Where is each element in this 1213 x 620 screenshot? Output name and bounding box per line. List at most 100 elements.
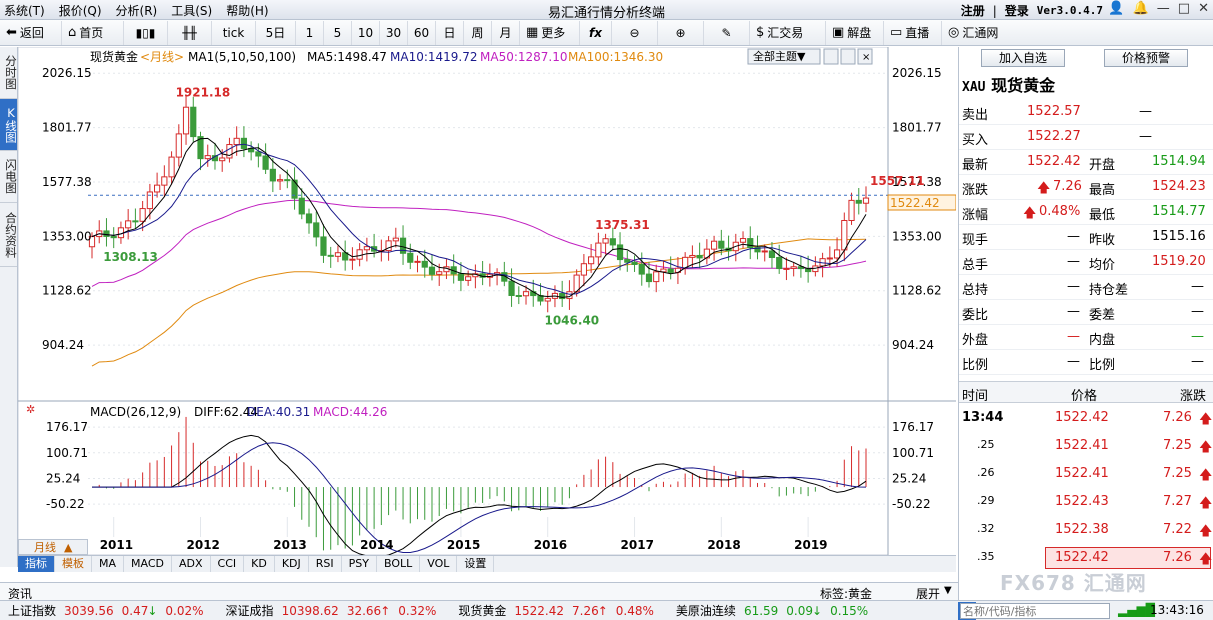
x-year-label: 2012 xyxy=(187,538,220,552)
formula-button[interactable]: fx xyxy=(580,20,612,45)
menu-tools[interactable]: 工具(S) xyxy=(171,2,212,19)
tab-kline[interactable]: K线图 xyxy=(0,99,18,151)
period-10-button[interactable]: 10 xyxy=(352,20,380,45)
tab-template[interactable]: 模板 xyxy=(55,556,92,572)
period-1-button[interactable]: 1 xyxy=(296,20,324,45)
price-annotation: 1921.18 xyxy=(176,86,231,100)
tab-indicator[interactable]: 指标 xyxy=(18,556,55,572)
panel-menu-icon[interactable] xyxy=(823,48,839,65)
back-button[interactable]: ⬅ 返回 xyxy=(0,20,62,45)
row-change: 涨跌 🡅 7.26 最高 1524.23 xyxy=(959,175,1213,200)
draw-tool-button[interactable]: ✎ xyxy=(704,20,750,45)
fx678-logo: FX678 汇通网 xyxy=(1000,571,1147,595)
svg-text:全部主题▼: 全部主题▼ xyxy=(753,49,806,63)
candle-body xyxy=(190,106,197,138)
sz-index-name[interactable]: 深证成指 xyxy=(226,602,274,619)
tab-cci[interactable]: CCI xyxy=(211,556,245,572)
tab-flash[interactable]: 闪电图 xyxy=(0,151,18,203)
x-year-label: 2015 xyxy=(447,538,480,552)
add-watchlist-button[interactable]: 加入自选 xyxy=(981,49,1065,67)
sh-index-name[interactable]: 上证指数 xyxy=(8,602,56,619)
candle-body xyxy=(161,176,168,186)
up-arrow-icon: 🡅 xyxy=(1037,181,1051,196)
maximize-icon[interactable]: □ xyxy=(1178,1,1190,16)
zoom-out-button[interactable]: ⊖ xyxy=(612,20,658,45)
tick-row: 13:44 1522.42 7.26 🡅 xyxy=(959,405,1213,433)
period-month-button[interactable]: 月 xyxy=(492,20,520,45)
oil-name[interactable]: 美原油连续 xyxy=(676,602,736,619)
tab-boll[interactable]: BOLL xyxy=(377,556,421,572)
huitong-button[interactable]: ◎ 汇通网 xyxy=(942,21,1012,45)
up-arrow-icon: 🡅 xyxy=(1199,412,1213,427)
expand-arrow-icon[interactable]: ▼ xyxy=(944,585,952,596)
macd-tick-right: 176.17 xyxy=(892,420,934,434)
search-input[interactable] xyxy=(960,603,1110,619)
candle-body xyxy=(508,280,515,296)
more-button[interactable]: ▦ 更多 xyxy=(520,20,580,45)
register-link[interactable]: 注册 xyxy=(961,2,985,19)
price-alert-button[interactable]: 价格预警 xyxy=(1104,49,1188,67)
candle-body xyxy=(696,254,703,259)
minimize-icon[interactable]: — xyxy=(1157,1,1170,16)
period-5d-button[interactable]: 5日 xyxy=(256,20,296,45)
y-tick-label-right: 2026.15 xyxy=(892,66,942,80)
tab-ma[interactable]: MA xyxy=(92,556,125,572)
tab-psy[interactable]: PSY xyxy=(342,556,377,572)
tab-kdj[interactable]: KDJ xyxy=(275,556,309,572)
menu-analysis[interactable]: 分析(R) xyxy=(116,2,158,19)
menu-help[interactable]: 帮助(H) xyxy=(226,2,268,19)
tab-macd[interactable]: MACD xyxy=(124,556,172,572)
macd-tick-right: -50.22 xyxy=(892,497,931,511)
zoom-in-button[interactable]: ⊕ xyxy=(658,20,704,45)
tab-adx[interactable]: ADX xyxy=(172,556,211,572)
panel-restore-icon[interactable] xyxy=(840,48,856,65)
tab-rsi[interactable]: RSI xyxy=(309,556,342,572)
candle-body xyxy=(776,256,783,270)
candle-body xyxy=(739,238,747,243)
candle-body xyxy=(465,276,472,281)
tick-button[interactable]: tick xyxy=(212,20,256,45)
candle-body xyxy=(414,260,421,263)
ma100-legend: MA100:1346.30 xyxy=(568,50,663,64)
up-arrow-icon: ↑ xyxy=(380,603,391,618)
user-icon[interactable]: 👤 xyxy=(1108,1,1124,16)
tab-settings[interactable]: 设置 xyxy=(457,556,495,572)
candle-body xyxy=(436,271,443,275)
candle-body xyxy=(833,249,841,259)
tab-contract[interactable]: 合约资料 xyxy=(0,203,18,267)
period-week-button[interactable]: 周 xyxy=(464,20,492,45)
tab-kd[interactable]: KD xyxy=(244,556,275,572)
period-60-button[interactable]: 60 xyxy=(408,20,436,45)
close-icon[interactable]: ✕ xyxy=(1198,1,1209,16)
period-30-button[interactable]: 30 xyxy=(380,20,408,45)
candle-body xyxy=(284,179,291,182)
period-selector[interactable]: 月线 ▲ xyxy=(18,539,88,555)
gold-name[interactable]: 现货黄金 xyxy=(458,602,506,619)
candle-body xyxy=(826,257,833,260)
menu-quote[interactable]: 报价(Q) xyxy=(59,2,102,19)
period-5-button[interactable]: 5 xyxy=(324,20,352,45)
row-hand: 现手 — 昨收 1515.16 xyxy=(959,225,1213,250)
price-annotation: 1046.40 xyxy=(544,314,599,328)
bar-chart-button[interactable]: ▮▯▮ xyxy=(124,20,168,45)
kline-chart[interactable]: 2026.15 2026.151801.77 1801.771577.38 1577.… xyxy=(18,47,956,555)
period-day-button[interactable]: 日 xyxy=(436,20,464,45)
y-tick-label-right: 1801.77 xyxy=(892,121,942,135)
candle-body xyxy=(667,268,674,273)
exchange-button[interactable]: $ 汇交易 xyxy=(750,20,826,45)
bell-icon[interactable]: 🔔 xyxy=(1133,1,1149,16)
menu-system[interactable]: 系统(T) xyxy=(4,2,45,19)
macd-tick-left: -50.22 xyxy=(46,497,85,511)
candle-chart-button[interactable]: ╫╫ xyxy=(168,20,212,45)
y-tick-label-left: 1128.62 xyxy=(42,284,92,298)
candle-body xyxy=(768,250,776,258)
live-button[interactable]: ▭ 直播 xyxy=(884,20,942,45)
home-button[interactable]: ⌂ 首页 xyxy=(62,20,124,45)
candle-body xyxy=(848,199,855,221)
login-link[interactable]: 登录 xyxy=(1005,2,1029,19)
analysis-button[interactable]: ▣ 解盘 xyxy=(826,20,884,45)
macd-settings-icon[interactable]: ✲ xyxy=(26,403,35,416)
candle-body xyxy=(616,244,624,261)
tab-vol[interactable]: VOL xyxy=(420,556,458,572)
tab-timeshare[interactable]: 分时图 xyxy=(0,47,18,99)
